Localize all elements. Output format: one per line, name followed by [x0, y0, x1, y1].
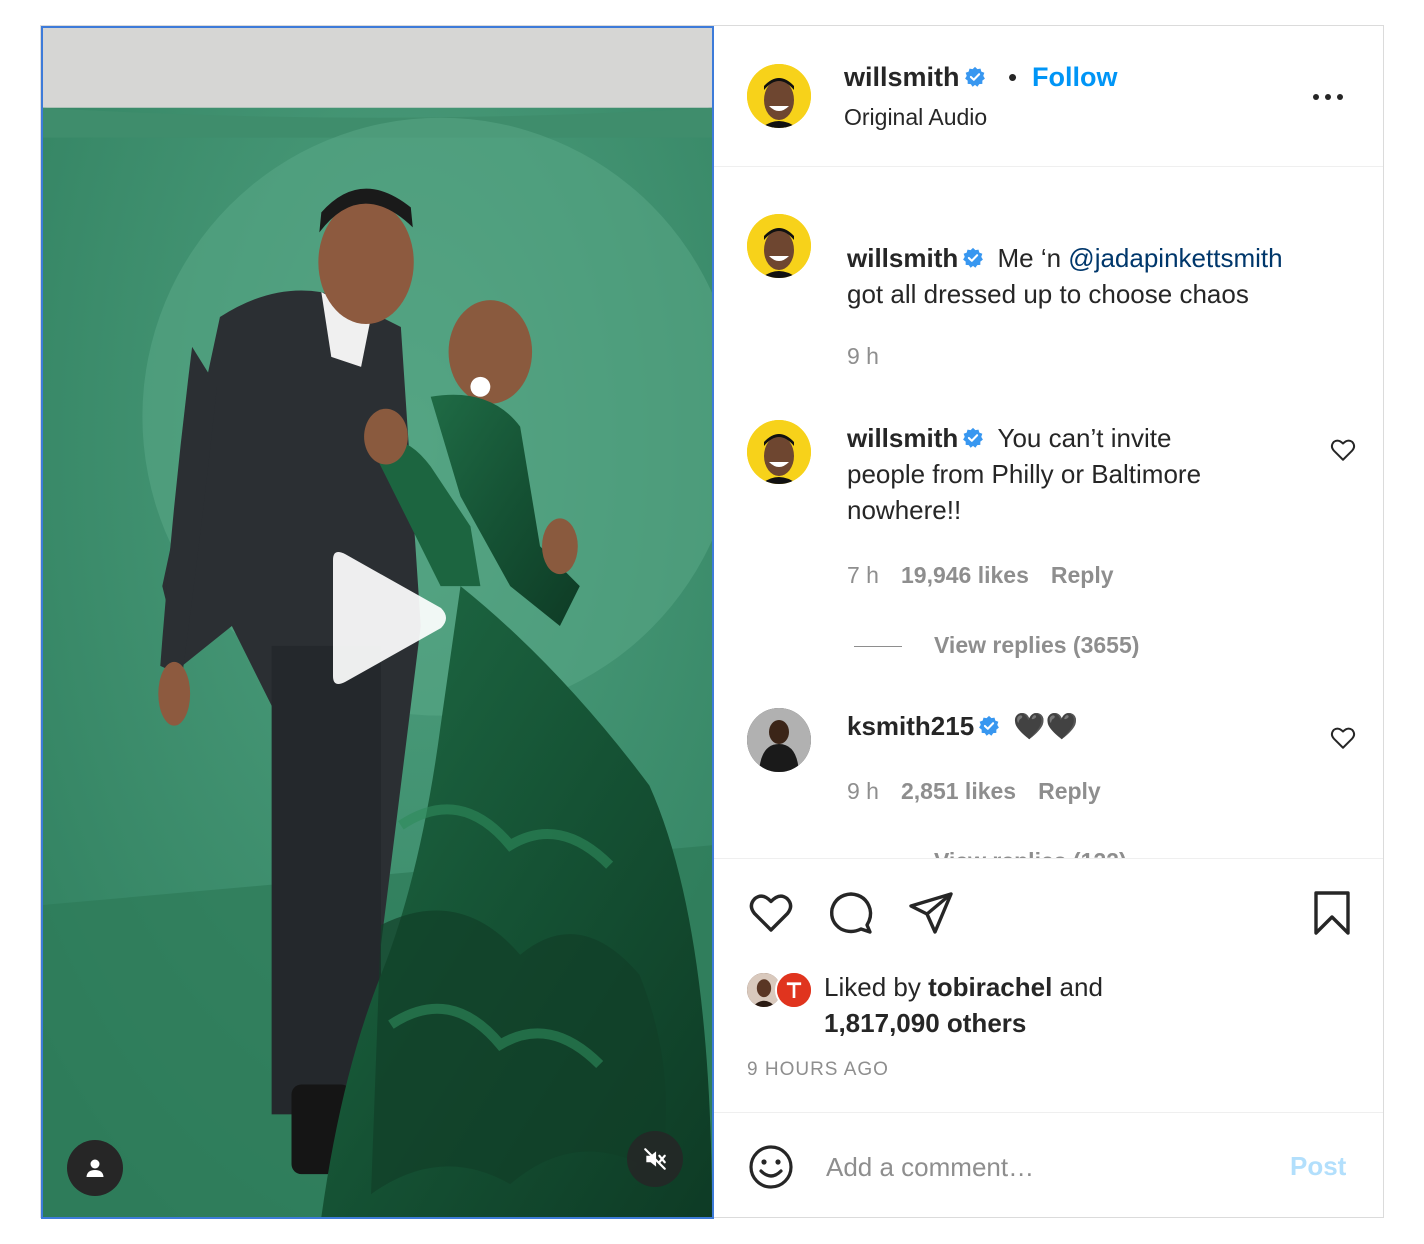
view-replies-button[interactable]: View replies (122): [854, 848, 1127, 858]
verified-badge-icon: [963, 427, 984, 448]
avatar-image: [747, 708, 811, 772]
avatar-image: [747, 64, 811, 128]
comment-username[interactable]: ksmith215: [847, 711, 974, 741]
save-button[interactable]: [1308, 889, 1356, 937]
video-player[interactable]: [41, 26, 714, 1219]
comment-meta: 7 h 19,946 likes Reply: [847, 562, 1136, 589]
liker-avatar[interactable]: [775, 971, 813, 1009]
heart-icon: [749, 894, 793, 932]
comment-like-button[interactable]: [1330, 726, 1356, 750]
reply-button[interactable]: Reply: [1051, 562, 1114, 588]
comment-avatar[interactable]: [747, 708, 811, 772]
post-details-panel: willsmith • Follow Original Audio willsm…: [714, 26, 1383, 1217]
audio-link[interactable]: Original Audio: [844, 104, 987, 131]
author-username[interactable]: willsmith: [844, 62, 986, 93]
tagged-users-button[interactable]: [67, 1140, 123, 1196]
comment-like-button[interactable]: [1330, 438, 1356, 462]
comment-time[interactable]: 7 h: [847, 562, 879, 588]
liker-username[interactable]: tobirachel: [928, 972, 1052, 1002]
comment-composer: Post: [714, 1112, 1383, 1217]
like-button[interactable]: [747, 889, 795, 937]
post-header: willsmith • Follow Original Audio: [714, 26, 1383, 167]
comment-input[interactable]: [826, 1143, 1266, 1191]
likes-summary: Liked by tobirachel and 1,817,090 others: [824, 969, 1103, 1041]
speaker-muted-icon: [644, 1148, 666, 1170]
replies-divider: [854, 646, 902, 648]
post-comment-button[interactable]: Post: [1290, 1151, 1346, 1182]
follow-button[interactable]: Follow: [1032, 62, 1117, 93]
comment-avatar[interactable]: [747, 420, 811, 484]
heart-icon: [1330, 727, 1356, 749]
heart-icon: [1330, 439, 1356, 461]
comment-meta: 9 h 2,851 likes Reply: [847, 778, 1123, 805]
post-timestamp[interactable]: 9 HOURS AGO: [747, 1059, 889, 1081]
view-replies-button[interactable]: View replies (3655): [854, 632, 1139, 659]
verified-badge-icon: [963, 247, 984, 268]
username-text[interactable]: willsmith: [844, 62, 960, 92]
verified-badge-icon: [979, 715, 1000, 736]
comment-body-line2: people from Philly or Baltimore: [847, 459, 1202, 489]
author-avatar[interactable]: [747, 64, 811, 128]
reply-button[interactable]: Reply: [1038, 778, 1101, 804]
post-dialog: willsmith • Follow Original Audio willsm…: [40, 25, 1384, 1219]
caption-body-end: got all dressed up to choose chaos: [847, 279, 1249, 309]
likes-prefix: Liked by: [824, 972, 929, 1002]
comment-button[interactable]: [827, 889, 875, 937]
verified-badge-icon: [964, 66, 985, 87]
play-button[interactable]: [321, 548, 451, 688]
share-button[interactable]: [907, 889, 955, 937]
header-separator: •: [1008, 62, 1018, 92]
comment-username[interactable]: willsmith: [847, 423, 958, 453]
caption-username[interactable]: willsmith: [847, 243, 958, 273]
likes-conjunction: and: [1052, 972, 1103, 1002]
comment-likes[interactable]: 2,851 likes: [901, 778, 1016, 804]
comment-body: 🖤🖤: [1013, 711, 1079, 741]
mute-toggle-button[interactable]: [627, 1131, 683, 1187]
avatar-image: [747, 214, 811, 278]
emoji-button[interactable]: [747, 1143, 795, 1191]
caption-text: willsmith Me ‘n @jadapinkettsmith got al…: [847, 240, 1283, 312]
post-actions: Liked by tobirachel and 1,817,090 others…: [714, 858, 1383, 1112]
more-options-icon: [1313, 94, 1343, 100]
comment-likes[interactable]: 19,946 likes: [901, 562, 1029, 588]
comment-text: willsmith You can’t invite people from P…: [847, 420, 1201, 528]
comment-time[interactable]: 9 h: [847, 778, 879, 804]
view-replies-label[interactable]: View replies (3655): [934, 632, 1139, 658]
avatar-image: [747, 420, 811, 484]
caption-time[interactable]: 9 h: [847, 343, 879, 369]
emoji-icon: [749, 1145, 793, 1189]
user-tag-icon: [86, 1159, 104, 1177]
bookmark-icon: [1314, 891, 1350, 935]
comment-text: ksmith215 🖤🖤: [847, 708, 1078, 744]
avatar-image: [777, 973, 811, 1007]
mention-link[interactable]: @jadapinkettsmith: [1068, 243, 1282, 273]
caption-avatar[interactable]: [747, 214, 811, 278]
comment-body-line3: nowhere!!: [847, 495, 962, 525]
comment-body-line1: You can’t invite: [997, 423, 1172, 453]
caption-meta: 9 h: [847, 343, 901, 370]
caption-body-start: Me ‘n: [997, 243, 1069, 273]
paper-plane-icon: [909, 892, 953, 934]
view-replies-label[interactable]: View replies (122): [934, 848, 1127, 858]
play-icon: [333, 552, 446, 684]
comment-bubble-icon: [830, 892, 873, 934]
likes-count[interactable]: 1,817,090 others: [824, 1008, 1026, 1038]
more-options-button[interactable]: [1308, 83, 1348, 111]
comments-list[interactable]: willsmith Me ‘n @jadapinkettsmith got al…: [714, 168, 1383, 858]
